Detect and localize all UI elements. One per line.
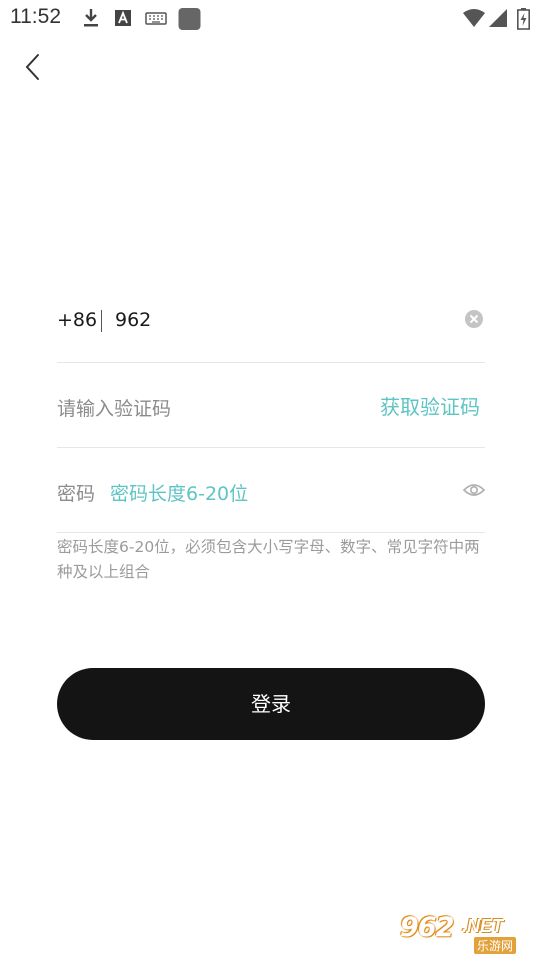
keyboard-icon xyxy=(145,12,167,25)
battery-charging-icon xyxy=(517,8,530,30)
login-button[interactable]: 登录 xyxy=(57,668,485,740)
status-bar: 11:52 xyxy=(0,0,540,36)
get-code-button[interactable]: 获取验证码 xyxy=(380,391,480,420)
watermark-logo: 962 .NET 乐游网 xyxy=(400,912,536,956)
clear-circle-icon[interactable] xyxy=(464,309,484,329)
password-label: 密码 xyxy=(57,483,96,505)
font-a-icon xyxy=(115,10,131,26)
signal-icon xyxy=(489,9,507,27)
country-code-divider xyxy=(101,310,102,332)
wifi-icon xyxy=(463,9,485,27)
password-input[interactable]: 密码长度6-20位 xyxy=(110,479,248,506)
password-hint-text: 密码长度6-20位，必须包含大小写字母、数字、常见字符中两种及以上组合 xyxy=(57,538,480,581)
back-button[interactable] xyxy=(20,50,50,84)
chevron-left-icon xyxy=(25,54,39,80)
eye-icon[interactable] xyxy=(463,480,485,500)
verify-divider xyxy=(57,447,485,448)
download-icon xyxy=(84,9,98,27)
verify-code-input[interactable]: 请输入验证码 xyxy=(57,394,171,421)
country-code-selector[interactable]: +86 xyxy=(57,309,97,331)
password-divider xyxy=(57,532,485,533)
watermark-sub: 乐游网 xyxy=(474,937,517,954)
watermark-main: 962 xyxy=(400,912,454,943)
app-square-icon xyxy=(178,8,201,30)
watermark-net: .NET xyxy=(462,916,504,936)
phone-input[interactable]: 962 xyxy=(115,309,151,331)
phone-divider xyxy=(57,362,485,363)
status-time: 11:52 xyxy=(10,5,61,28)
